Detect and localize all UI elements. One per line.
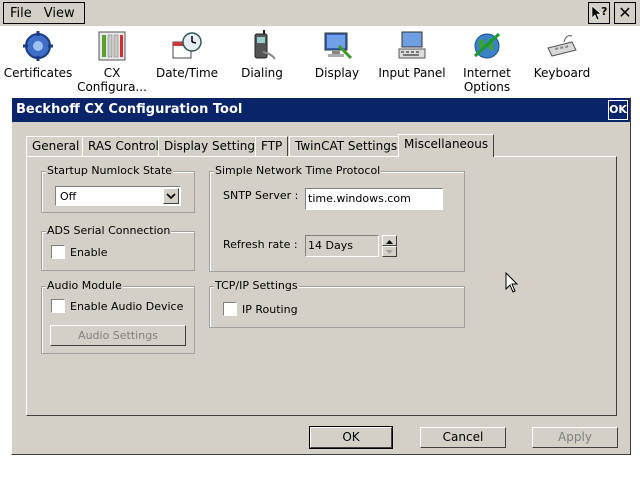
tab-miscellaneous[interactable]: Miscellaneous <box>398 134 495 157</box>
cx-config-dialog: Beckhoff CX Configuration Tool OK Genera… <box>11 97 631 455</box>
dialing-icon <box>254 30 276 60</box>
numlock-dropdown[interactable]: Off <box>55 186 181 206</box>
tab-general[interactable]: General <box>26 136 86 156</box>
menu-bar: File View ? ✕ <box>0 0 640 26</box>
ip-routing-checkbox[interactable] <box>223 302 237 316</box>
cp-label: Input Panel <box>378 66 446 80</box>
group-ads-serial: ADS Serial Connection Enable <box>41 224 195 271</box>
sntp-server-value: time.windows.com <box>308 192 411 205</box>
cx-config-icon <box>98 31 126 61</box>
titlebar-ok-button[interactable]: OK <box>608 100 628 120</box>
cp-label: Internet Options <box>463 66 511 94</box>
internet-options-icon <box>473 32 501 59</box>
chevron-up-icon <box>386 240 393 244</box>
refresh-rate-spinner[interactable] <box>382 235 397 257</box>
sntp-server-input[interactable]: time.windows.com <box>305 188 443 210</box>
menu-view[interactable]: View <box>38 6 81 21</box>
dialog-titlebar: Beckhoff CX Configuration Tool OK <box>12 98 630 122</box>
cp-item-display[interactable]: Display <box>299 30 375 80</box>
spinner-down-button[interactable] <box>382 246 397 257</box>
spinner-up-button[interactable] <box>382 235 397 246</box>
ads-enable-checkbox[interactable] <box>51 245 65 259</box>
datetime-icon <box>172 32 202 59</box>
cp-label: Certificates <box>3 66 73 80</box>
cp-item-internet-options[interactable]: Internet Options <box>449 30 525 94</box>
ads-enable-label: Enable <box>70 246 108 259</box>
control-panel-icons: Certificates CX Configura... Date/Time D… <box>0 26 640 98</box>
cp-label: Keyboard <box>533 66 591 80</box>
group-audio-module: Audio Module Enable Audio Device Audio S… <box>41 279 195 354</box>
refresh-rate-value: 14 Days <box>308 239 353 252</box>
refresh-rate-label: Refresh rate : <box>223 238 298 251</box>
certificates-icon <box>23 31 53 61</box>
ip-routing-label: IP Routing <box>242 303 298 316</box>
display-icon <box>324 32 353 60</box>
group-label-audio: Audio Module <box>46 279 123 292</box>
apply-button[interactable]: Apply <box>532 427 618 448</box>
dialog-title: Beckhoff CX Configuration Tool <box>16 102 243 117</box>
group-label-tcpip: TCP/IP Settings <box>214 279 299 292</box>
chevron-down-small-icon <box>386 250 393 254</box>
cp-label: Dialing <box>241 66 283 80</box>
group-label-sntp: Simple Network Time Protocol <box>214 164 382 177</box>
cancel-button[interactable]: Cancel <box>420 427 506 448</box>
numlock-value: Off <box>60 190 77 203</box>
group-label-ads: ADS Serial Connection <box>46 224 172 237</box>
cp-item-dialing[interactable]: Dialing <box>224 30 300 80</box>
group-sntp: Simple Network Time Protocol SNTP Server… <box>209 164 465 272</box>
group-startup-numlock: Startup Numlock State Off <box>41 164 195 213</box>
menu-container: File View <box>3 2 85 24</box>
svg-text:?: ? <box>601 5 607 18</box>
keyboard-icon <box>547 35 577 57</box>
cp-label: CX Configura... <box>77 66 147 94</box>
cp-item-keyboard[interactable]: Keyboard <box>524 30 600 80</box>
refresh-rate-input[interactable]: 14 Days <box>305 235 379 257</box>
close-button[interactable]: ✕ <box>614 2 636 24</box>
tab-ftp[interactable]: FTP <box>255 136 289 156</box>
audio-settings-button[interactable]: Audio Settings <box>50 325 186 346</box>
help-button[interactable]: ? <box>588 2 610 24</box>
menu-file[interactable]: File <box>4 6 38 21</box>
audio-enable-label: Enable Audio Device <box>70 300 184 313</box>
group-label-numlock: Startup Numlock State <box>46 164 174 177</box>
input-panel-icon <box>398 31 426 59</box>
tab-ras-control[interactable]: RAS Control <box>82 136 165 156</box>
sntp-server-label: SNTP Server : <box>223 189 299 202</box>
tab-twincat-settings[interactable]: TwinCAT Settings <box>289 136 404 156</box>
ok-button[interactable]: OK <box>309 426 393 449</box>
cp-label: Date/Time <box>155 66 219 80</box>
dropdown-arrow-button[interactable] <box>163 188 179 204</box>
audio-enable-checkbox[interactable] <box>51 299 65 313</box>
cp-item-date-time[interactable]: Date/Time <box>149 30 225 80</box>
cp-item-cx-configuration[interactable]: CX Configura... <box>74 30 150 94</box>
mouse-pointer-icon <box>505 272 519 293</box>
tab-display-settings[interactable]: Display Settings <box>158 136 268 156</box>
cp-item-input-panel[interactable]: Input Panel <box>374 30 450 80</box>
cp-label: Display <box>314 66 360 80</box>
tab-panel-miscellaneous: Startup Numlock State Off ADS Serial Con… <box>26 156 617 416</box>
cp-item-certificates[interactable]: Certificates <box>0 30 76 80</box>
chevron-down-icon <box>166 193 176 200</box>
help-cursor-icon: ? <box>591 5 607 21</box>
group-tcpip: TCP/IP Settings IP Routing <box>209 279 465 328</box>
